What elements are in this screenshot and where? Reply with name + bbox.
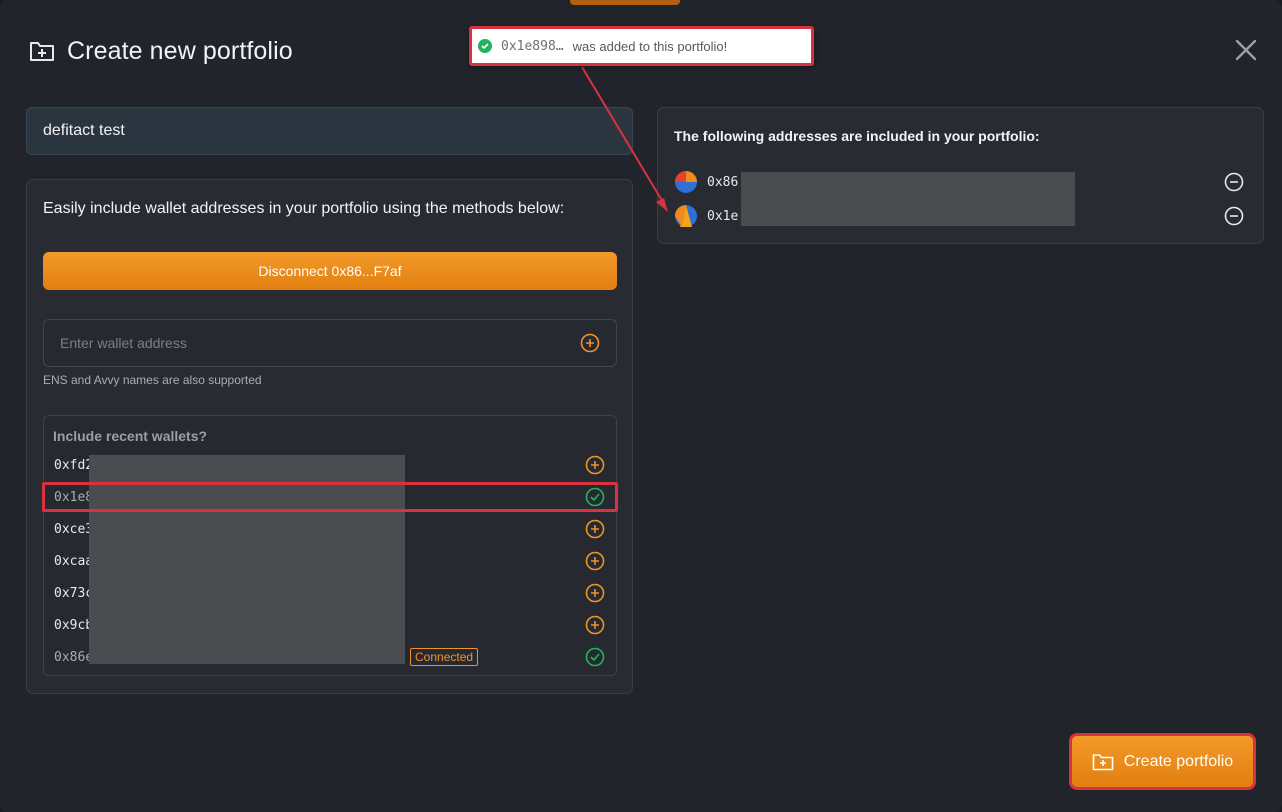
connected-badge: Connected bbox=[410, 648, 479, 666]
modal-header: Create new portfolio bbox=[29, 34, 293, 68]
create-portfolio-button[interactable]: Create portfolio bbox=[1069, 733, 1256, 790]
success-toast: 0x1e898… was added to this portfolio! bbox=[469, 26, 814, 66]
folder-plus-icon bbox=[1092, 753, 1114, 770]
add-circle-icon[interactable] bbox=[585, 583, 605, 603]
wallet-address-input[interactable] bbox=[60, 335, 580, 351]
wallet-avatar-icon bbox=[675, 205, 697, 227]
wallet-address: 0xfd2 bbox=[54, 457, 94, 473]
wallet-address: 0x73c bbox=[54, 585, 94, 601]
add-circle-icon[interactable] bbox=[585, 455, 605, 475]
redaction-block bbox=[741, 172, 1075, 226]
modal-top-accent bbox=[570, 0, 680, 5]
page-title: Create new portfolio bbox=[67, 36, 293, 65]
folder-plus-icon bbox=[30, 42, 54, 61]
close-icon[interactable] bbox=[1232, 36, 1260, 64]
redaction-block bbox=[89, 455, 405, 664]
add-circle-icon[interactable] bbox=[580, 333, 600, 353]
wallet-address: 0x86 bbox=[707, 174, 739, 190]
wallet-address: 0x1e8 bbox=[54, 489, 94, 505]
wallet-address-field bbox=[43, 319, 617, 367]
portfolio-name-input[interactable]: defitact test bbox=[26, 107, 633, 155]
wallet-avatar-icon bbox=[675, 171, 697, 193]
add-circle-icon[interactable] bbox=[585, 519, 605, 539]
wallet-address: 0x86e bbox=[54, 649, 94, 665]
recent-wallets-title: Include recent wallets? bbox=[53, 428, 208, 444]
wallet-address: 0x1e bbox=[707, 208, 739, 224]
add-wallets-heading: Easily include wallet addresses in your … bbox=[43, 200, 565, 217]
ens-hint: ENS and Avvy names are also supported bbox=[43, 373, 262, 387]
add-circle-icon[interactable] bbox=[585, 615, 605, 635]
disconnect-button[interactable]: Disconnect 0x86...F7af bbox=[43, 252, 617, 290]
wallet-address: 0xcaa bbox=[54, 553, 94, 569]
toast-address: 0x1e898… bbox=[501, 38, 564, 54]
create-portfolio-modal: Create new portfolio defitact test Easil… bbox=[0, 0, 1282, 812]
wallet-address: 0x9cb bbox=[54, 617, 94, 633]
wallet-address: 0xce3 bbox=[54, 521, 94, 537]
portfolio-addresses-heading: The following addresses are included in … bbox=[674, 128, 1040, 144]
remove-circle-icon[interactable] bbox=[1224, 172, 1244, 192]
toast-message: was added to this portfolio! bbox=[572, 38, 728, 54]
create-portfolio-label: Create portfolio bbox=[1123, 752, 1234, 770]
add-circle-icon[interactable] bbox=[585, 551, 605, 571]
check-circle-icon[interactable] bbox=[585, 487, 605, 507]
check-circle-icon[interactable] bbox=[585, 647, 605, 667]
check-circle-icon bbox=[478, 39, 492, 53]
remove-circle-icon[interactable] bbox=[1224, 206, 1244, 226]
